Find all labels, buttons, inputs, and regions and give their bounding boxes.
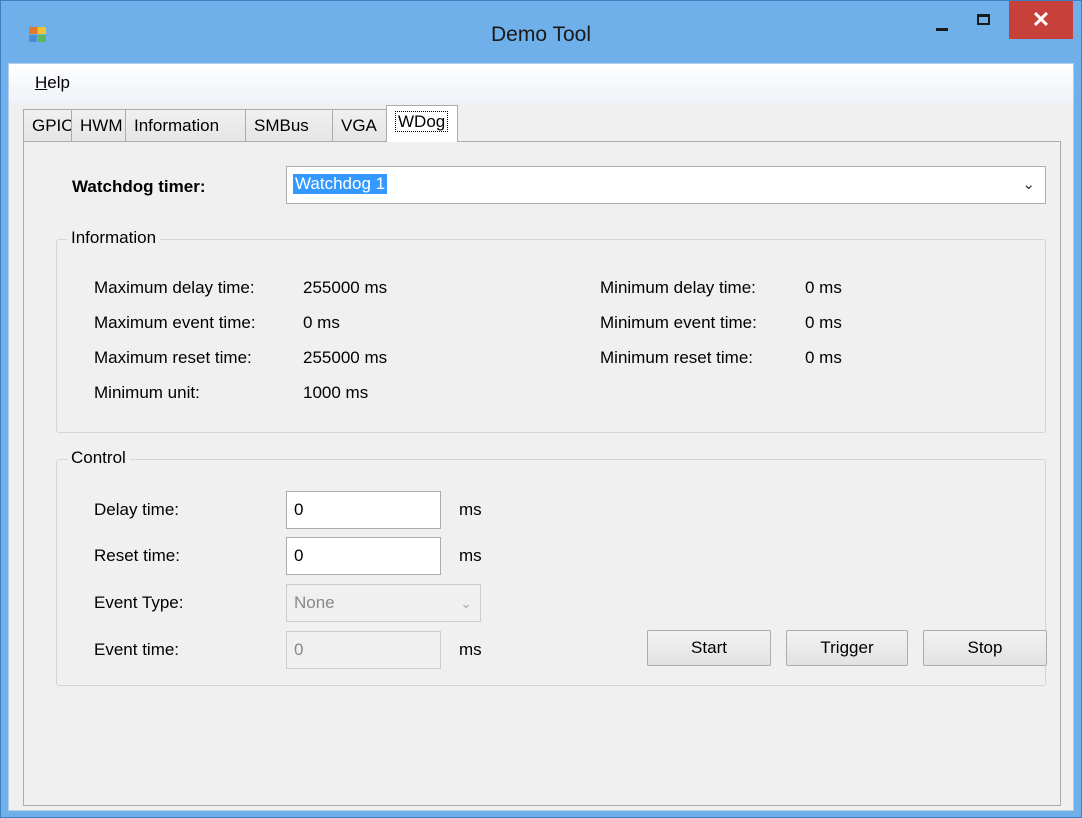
tab-vga[interactable]: VGA (332, 109, 387, 141)
event-type-label: Event Type: (94, 593, 184, 612)
control-group-title: Control (67, 448, 130, 468)
event-type-select[interactable]: None ⌄ (286, 584, 481, 622)
maximize-button[interactable] (965, 1, 1005, 43)
tab-hwm[interactable]: HWM (71, 109, 126, 141)
menu-help[interactable]: Help (35, 73, 70, 93)
stop-button[interactable]: Stop (923, 630, 1047, 666)
min-delay-label: Minimum delay time: (600, 278, 756, 297)
reset-time-label: Reset time: (94, 546, 180, 565)
tab-gpio[interactable]: GPIO (23, 109, 75, 141)
delay-time-unit: ms (459, 500, 482, 519)
min-reset-value: 0 ms (805, 348, 842, 367)
information-group-title: Information (67, 228, 161, 248)
close-button[interactable]: ✕ (1009, 1, 1073, 39)
min-unit-value: 1000 ms (303, 383, 369, 402)
wdog-panel: Watchdog timer: Watchdog 1 ⌄ Information… (23, 141, 1061, 806)
chevron-down-icon[interactable]: ⌄ (1022, 175, 1035, 193)
max-reset-label: Maximum reset time: (94, 348, 252, 367)
title-bar[interactable]: Demo Tool ✕ (1, 1, 1081, 63)
min-event-value: 0 ms (805, 313, 842, 332)
menu-bar: Help (9, 64, 1073, 104)
max-event-label: Maximum event time: (94, 313, 256, 332)
event-type-value: None (294, 593, 335, 612)
chevron-down-icon: ⌄ (460, 595, 472, 611)
delay-time-input[interactable]: 0 (286, 491, 441, 529)
tab-information[interactable]: Information (125, 109, 246, 141)
event-time-unit: ms (459, 640, 482, 659)
event-time-input[interactable]: 0 (286, 631, 441, 669)
min-reset-label: Minimum reset time: (600, 348, 754, 367)
close-icon: ✕ (1031, 7, 1051, 32)
client-area: Help GPIO HWM Information SMBus VGA WDog… (8, 63, 1074, 811)
trigger-button[interactable]: Trigger (786, 630, 908, 666)
tab-wdog[interactable]: WDog (386, 105, 458, 142)
watchdog-timer-value: Watchdog 1 (293, 174, 388, 194)
delay-time-label: Delay time: (94, 500, 180, 519)
minimize-button[interactable] (919, 1, 965, 43)
min-event-label: Minimum event time: (600, 313, 757, 332)
control-group: Control Delay time: 0 ms Reset time: 0 m… (56, 448, 1047, 686)
max-delay-label: Maximum delay time: (94, 278, 255, 297)
tab-smbus[interactable]: SMBus (245, 109, 333, 141)
information-group: Information Maximum delay time: 255000 m… (56, 228, 1046, 433)
start-button[interactable]: Start (647, 630, 771, 666)
watchdog-timer-label: Watchdog timer: (72, 177, 206, 196)
max-delay-value: 255000 ms (303, 278, 388, 297)
max-event-value: 0 ms (303, 313, 340, 332)
event-time-label: Event time: (94, 640, 180, 659)
reset-time-input[interactable]: 0 (286, 537, 441, 575)
reset-time-unit: ms (459, 546, 482, 565)
min-delay-value: 0 ms (805, 278, 842, 297)
watchdog-timer-select[interactable]: Watchdog 1 ⌄ (286, 166, 1046, 204)
max-reset-value: 255000 ms (303, 348, 388, 367)
min-unit-label: Minimum unit: (94, 383, 200, 402)
app-window: Demo Tool ✕ Help GPIO HWM Information SM… (0, 0, 1082, 818)
